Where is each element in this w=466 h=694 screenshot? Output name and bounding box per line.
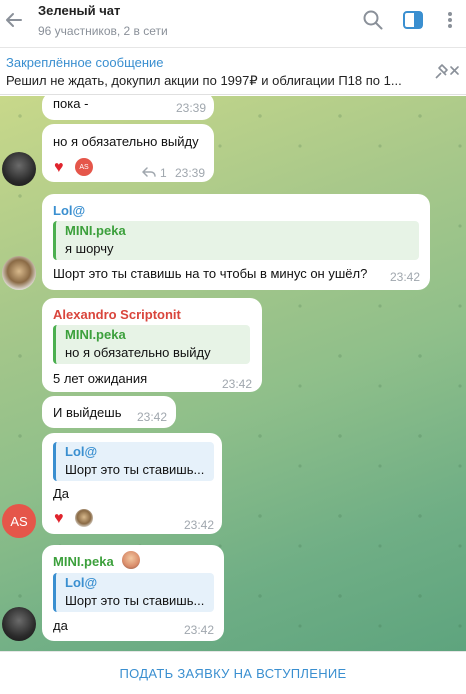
chat-subtitle: 96 участников, 2 в сети [38,24,168,38]
pinned-message-bar[interactable]: Закреплённое сообщение Решил не ждать, д… [0,48,466,95]
more-vertical-icon [448,12,452,28]
toggle-sidebar-button[interactable] [402,9,424,31]
message-text: но я обязательно выйду [53,134,199,149]
message-sender[interactable]: Lol@ [53,203,85,218]
message-sender[interactable]: Alexandro Scriptonit [53,307,181,322]
message-bubble[interactable]: пока - 23:39 [42,96,214,120]
message-bubble[interactable]: Lol@ MINI.peka я шорчу Шорт это ты стави… [42,194,430,290]
reply-count[interactable]: 1 [160,166,167,180]
join-request-button[interactable]: ПОДАТЬ ЗАЯВКУ НА ВСТУПЛЕНИЕ [0,652,466,694]
user-avatar[interactable]: AS [2,504,36,538]
reply-quote[interactable]: Lol@ Шорт это ты ставишь... [53,573,214,612]
message-time: 23:39 [176,101,207,115]
message-bubble[interactable]: MINI.peka Lol@ Шорт это ты ставишь... да… [42,545,224,641]
chat-title[interactable]: Зеленый чат [38,3,120,18]
pinned-text: Решил не ждать, докупил акции по 1997₽ и… [6,73,402,88]
message-text: пока - [53,96,89,111]
chat-footer: ПОДАТЬ ЗАЯВКУ НА ВСТУПЛЕНИЕ [0,651,466,694]
search-icon [363,10,383,30]
message-time: 23:42 [390,270,421,284]
reply-quote[interactable]: MINI.peka я шорчу [53,221,419,260]
message-bubble[interactable]: Lol@ Шорт это ты ставишь... Да ♥ 23:42 [42,433,222,534]
message-time: 23:42 [222,377,253,391]
back-button[interactable] [4,8,24,32]
reaction-user-avatar: AS [75,158,93,176]
message-time: 23:42 [184,623,215,637]
more-menu-button[interactable] [442,9,458,31]
message-text: Шорт это ты ставишь на то чтобы в минус … [53,266,368,281]
message-text: да [53,618,68,633]
reply-quote-text: я шорчу [65,241,114,256]
pinned-title: Закреплённое сообщение [6,55,164,70]
arrow-left-icon [6,13,22,27]
reply-quote-text: Шорт это ты ставишь... [65,593,205,608]
unpin-icon [435,64,459,79]
user-avatar[interactable] [2,607,36,641]
message-text: И выйдешь [53,405,122,420]
heart-reaction-icon[interactable]: ♥ [54,510,64,528]
reply-quote-text: но я обязательно выйду [65,345,211,360]
reply-quote-text: Шорт это ты ставишь... [65,462,205,477]
message-bubble[interactable]: И выйдешь 23:42 [42,396,176,428]
replies-icon[interactable] [142,166,156,178]
reply-quote-author: Lol@ [65,575,98,590]
search-button[interactable] [362,9,384,31]
chat-messages-area[interactable]: пока - 23:39 но я обязательно выйду ♥ AS… [0,96,466,651]
reply-quote[interactable]: Lol@ Шорт это ты ставишь... [53,442,214,481]
sender-emoji-status-icon [122,551,140,569]
sidebar-icon [403,11,423,29]
message-text: Да [53,486,70,501]
reply-quote[interactable]: MINI.peka но я обязательно выйду [53,325,250,364]
message-time: 23:42 [137,410,168,424]
heart-reaction-icon[interactable]: ♥ [54,159,64,177]
chat-header: Зеленый чат 96 участников, 2 в сети [0,0,466,48]
message-bubble[interactable]: но я обязательно выйду ♥ AS 1 23:39 [42,124,214,182]
reply-quote-author: Lol@ [65,444,98,459]
reply-quote-author: MINI.peka [65,327,126,342]
message-sender[interactable]: MINI.peka [53,554,114,569]
message-text: 5 лет ожидания [53,371,148,386]
user-avatar[interactable] [2,152,36,186]
reaction-user-avatar [75,509,93,527]
message-time: 23:42 [184,518,215,532]
message-time: 23:39 [175,166,206,180]
unpin-button[interactable] [432,62,460,82]
message-bubble[interactable]: Alexandro Scriptonit MINI.peka но я обяз… [42,298,262,392]
user-avatar[interactable] [2,256,36,290]
reply-quote-author: MINI.peka [65,223,126,238]
